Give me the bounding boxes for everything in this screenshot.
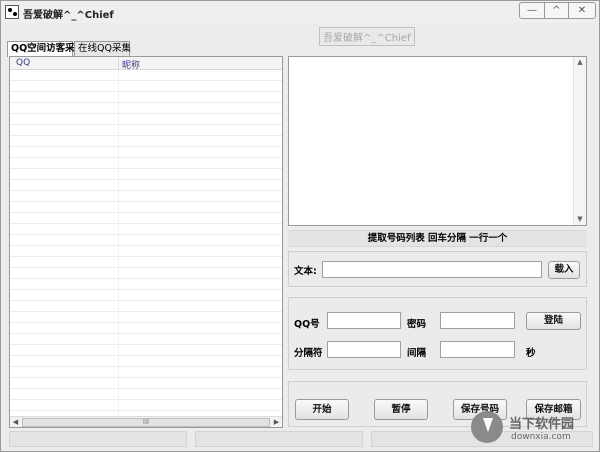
site-logo-name: 当下软件园 [509, 417, 575, 432]
download-shield-icon [471, 411, 503, 443]
separator-input[interactable] [327, 341, 401, 358]
app-window: 吾爱破解^_^Chief — ^ ✕ 吾爱破解^_^Chief QQ空间访客采集… [0, 0, 600, 452]
scroll-right-icon[interactable]: ▶ [271, 417, 282, 427]
scroll-down-icon[interactable]: ▼ [574, 214, 586, 225]
site-logo-url: downxia.com [511, 432, 571, 442]
number-list-textarea[interactable]: ▲ ▼ [288, 56, 587, 226]
scroll-up-icon[interactable]: ▲ [574, 57, 586, 68]
status-panel-1 [9, 431, 187, 447]
window-title: 吾爱破解^_^Chief [23, 10, 114, 21]
password-input[interactable] [440, 312, 515, 329]
pause-button[interactable]: 暂停 [374, 399, 428, 420]
text-label: 文本: [294, 266, 317, 277]
info-label: 提取号码列表 回车分隔 一行一个 [288, 230, 587, 247]
app-logo-icon [5, 5, 19, 19]
close-button[interactable]: ✕ [568, 2, 596, 19]
qq-number-label: QQ号 [294, 319, 320, 330]
list-rows[interactable] [10, 70, 282, 416]
login-group: QQ号 密码 登陆 分隔符 间隔 秒 [288, 297, 587, 370]
vertical-scrollbar[interactable]: ▲ ▼ [573, 57, 586, 225]
site-logo: 当下软件园 downxia.com [471, 409, 599, 449]
column-divider[interactable] [118, 57, 119, 69]
title-bar: 吾爱破解^_^Chief — ^ ✕ [1, 1, 599, 23]
tab-qzone-visitors[interactable]: QQ空间访客采集 [7, 41, 84, 57]
scroll-left-icon[interactable]: ◀ [10, 417, 21, 427]
load-button[interactable]: 载入 [548, 261, 580, 279]
separator-label: 分隔符 [294, 348, 323, 359]
status-panel-2 [195, 431, 363, 447]
interval-label: 间隔 [407, 348, 427, 359]
interval-input[interactable] [440, 341, 515, 358]
watermark-label: 吾爱破解^_^Chief [319, 27, 415, 46]
qq-number-input[interactable] [327, 312, 401, 329]
text-load-group: 文本: 载入 [288, 251, 587, 287]
password-label: 密码 [407, 319, 427, 330]
list-header: QQ 昵称 [10, 57, 282, 71]
minimize-button[interactable]: — [519, 2, 545, 19]
maximize-button[interactable]: ^ [544, 2, 569, 19]
column-header-qq[interactable]: QQ [16, 58, 30, 68]
seconds-label: 秒 [526, 348, 536, 359]
qq-list-view[interactable]: QQ 昵称 ◀ III ▶ [9, 56, 283, 428]
login-button[interactable]: 登陆 [526, 312, 581, 330]
horizontal-scrollbar[interactable]: ◀ III ▶ [10, 416, 282, 427]
text-path-input[interactable] [322, 261, 542, 278]
scroll-thumb[interactable]: III [22, 418, 270, 427]
start-button[interactable]: 开始 [295, 399, 349, 420]
row-column-divider [118, 70, 119, 416]
tab-online-qq[interactable]: 在线QQ采集 [74, 41, 131, 56]
